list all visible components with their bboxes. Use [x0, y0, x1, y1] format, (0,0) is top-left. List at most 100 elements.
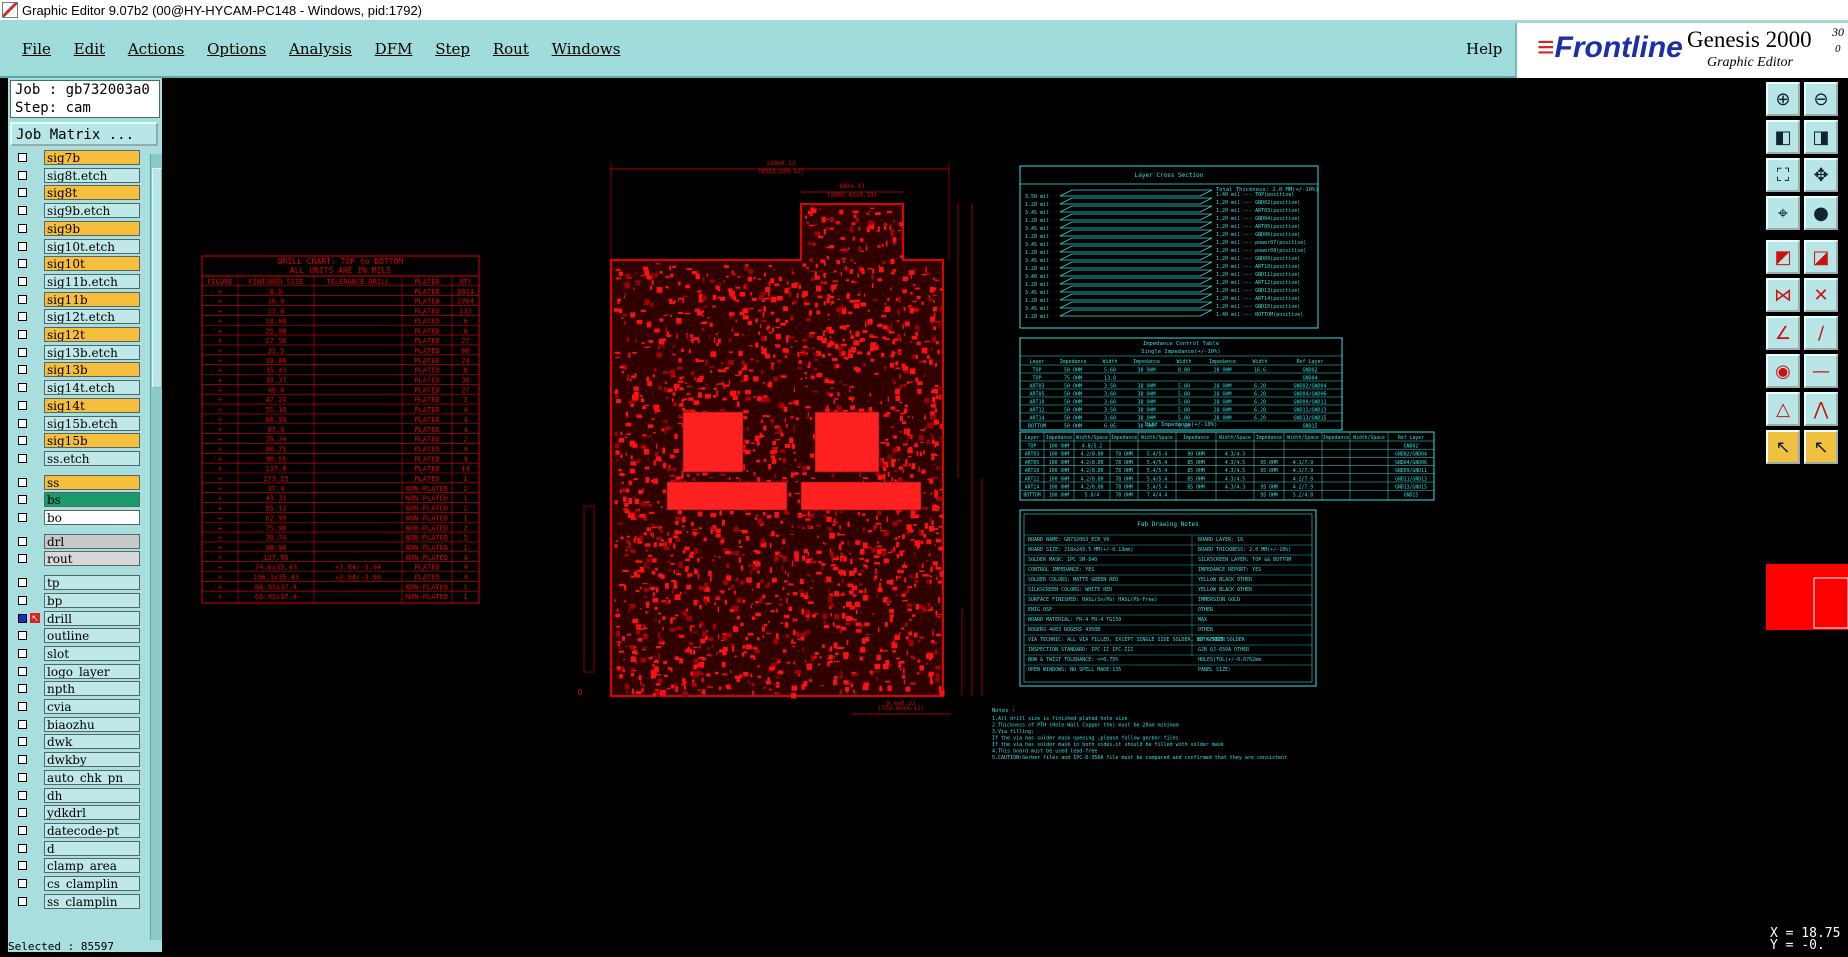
layer-name[interactable]: drill [44, 610, 140, 626]
layer-checkbox[interactable] [18, 666, 27, 676]
menu-analysis[interactable]: Analysis [289, 40, 352, 58]
layer-row-outline[interactable]: outline [12, 628, 140, 645]
layer-name[interactable]: cs_clamplin [44, 876, 140, 891]
layer-checkbox[interactable] [18, 719, 27, 729]
net-button[interactable]: ⋈ [1766, 278, 1800, 312]
layer-name[interactable]: slot [44, 645, 140, 661]
layer-name[interactable]: cvia [44, 699, 140, 714]
menu-actions[interactable]: Actions [128, 40, 184, 58]
layer-checkbox[interactable] [18, 347, 27, 357]
layer-name[interactable]: d [44, 840, 140, 856]
layer-checkbox[interactable] [18, 436, 27, 446]
layer-row-npth[interactable]: npth [12, 681, 140, 698]
layer-checkbox[interactable] [18, 294, 27, 304]
layer-checkbox[interactable] [18, 702, 27, 711]
layer-checkbox[interactable] [18, 613, 27, 623]
layer-row-sig14t-etch[interactable]: sig14t.etch [12, 380, 140, 397]
layer-checkbox[interactable] [18, 578, 27, 588]
layer-name[interactable]: sig7b [44, 150, 140, 165]
layer-name[interactable]: ss_clamplin [44, 893, 140, 909]
mountain-button[interactable]: ⋀ [1804, 392, 1838, 426]
cross-button[interactable]: ✕ [1804, 278, 1838, 312]
layer-checkbox[interactable] [18, 648, 27, 658]
layer-checkbox[interactable] [18, 223, 27, 233]
layer-checkbox[interactable] [18, 477, 27, 487]
layer-name[interactable]: dwk [44, 734, 140, 750]
layer-checkbox[interactable] [18, 536, 27, 546]
layer-name[interactable]: sig13b.etch [44, 344, 140, 360]
layer-row-cvia[interactable]: cvia [12, 699, 140, 716]
layer-name[interactable]: sig12t.etch [44, 309, 140, 325]
layer-row-ss-etch[interactable]: ss.etch [12, 450, 140, 468]
layer-checkbox[interactable] [18, 595, 27, 605]
layer-checkbox[interactable] [18, 188, 27, 198]
edit-shape-button[interactable]: ◪ [1804, 240, 1838, 274]
layer-checkbox[interactable] [18, 684, 27, 694]
layer-row-sig13b[interactable]: sig13b [12, 362, 140, 379]
layer-row-sig7b[interactable]: sig7b [12, 150, 140, 167]
layer-checkbox[interactable] [18, 513, 27, 522]
layer-row-sig11b-etch[interactable]: sig11b.etch [12, 273, 140, 291]
layer-checkbox[interactable] [18, 495, 27, 505]
layer-row-sig10t-etch[interactable]: sig10t.etch [12, 238, 140, 256]
layer-checkbox[interactable] [18, 259, 27, 269]
layer-name[interactable]: auto_chk_pn [44, 769, 140, 785]
layer-row-auto-chk-pn[interactable]: auto_chk_pn [12, 769, 140, 787]
layer-checkbox[interactable] [18, 790, 27, 800]
scrollbar-thumb[interactable] [152, 168, 162, 388]
menu-windows[interactable]: Windows [552, 40, 621, 58]
home-button[interactable]: ✥ [1804, 158, 1838, 192]
layer-row-logo-layer-[interactable]: logo_layer_ [12, 663, 140, 681]
layer-name[interactable]: dwkby [44, 752, 140, 768]
layer-row-sig13b-etch[interactable]: sig13b.etch [12, 344, 140, 362]
layer-name[interactable]: sig13b [44, 362, 140, 378]
job-matrix-button[interactable]: Job Matrix ... [10, 122, 158, 146]
layer-checkbox[interactable] [18, 755, 27, 765]
layer-row-drl[interactable]: drl [12, 533, 140, 551]
layer-name[interactable]: sig10t.etch [44, 238, 140, 254]
layer-checkbox[interactable] [18, 400, 27, 410]
layer-name[interactable]: drl [44, 533, 140, 549]
layer-checkbox[interactable] [18, 241, 27, 251]
layer-row-ss[interactable]: ss [12, 474, 140, 492]
layer-row-d[interactable]: d [12, 840, 140, 858]
fit-button[interactable]: ⛶ [1766, 158, 1800, 192]
layer-row-bp[interactable]: bp [12, 592, 140, 610]
layer-checkbox[interactable] [18, 737, 27, 747]
layer-name[interactable]: sig10t [44, 256, 140, 272]
layer-name[interactable]: sig14t.etch [44, 380, 140, 396]
menu-file[interactable]: File [22, 40, 51, 58]
layer-row-datecode-pt[interactable]: datecode-pt [12, 822, 140, 840]
pad-button[interactable]: ◉ [1766, 354, 1800, 388]
layer-name[interactable]: sig8t.etch [44, 167, 140, 183]
layer-row-sig8t[interactable]: sig8t [12, 185, 140, 202]
layer-name[interactable]: sig11b.etch [44, 273, 140, 289]
pointer-button[interactable]: ↖ [1766, 430, 1800, 464]
layer-checkbox[interactable] [18, 879, 27, 888]
layer-row-sig15b-etch[interactable]: sig15b.etch [12, 415, 140, 433]
layer-name[interactable]: sig11b [44, 291, 140, 307]
layer-checkbox[interactable] [18, 631, 27, 641]
zoom-out-button[interactable]: ⊖ [1804, 82, 1838, 116]
layer-name[interactable]: dh [44, 787, 140, 803]
layer-row-sig15b[interactable]: sig15b [12, 433, 140, 450]
menu-help[interactable]: Help [1466, 40, 1502, 58]
layer-row-ydkdrl[interactable]: ydkdrl [12, 805, 140, 822]
layer-row-dwkby[interactable]: dwkby [12, 752, 140, 769]
layer-row-bo[interactable]: bo [12, 510, 140, 527]
layer-row-sig11b[interactable]: sig11b [12, 291, 140, 309]
menu-step[interactable]: Step [435, 40, 470, 58]
layer-name[interactable]: outline [44, 628, 140, 644]
layer-row-dwk[interactable]: dwk [12, 734, 140, 751]
measure-button[interactable]: ⌖ [1766, 196, 1800, 230]
arc-button[interactable]: ∕ [1804, 316, 1838, 350]
menu-edit[interactable]: Edit [74, 40, 105, 58]
snap-button[interactable]: ● [1804, 196, 1838, 230]
layer-name[interactable]: logo_layer_ [44, 663, 140, 679]
line-button[interactable]: ∠ [1766, 316, 1800, 350]
layer-checkbox[interactable] [18, 772, 27, 782]
layer-row-sig12t[interactable]: sig12t [12, 327, 140, 344]
layer-name[interactable]: sig15b [44, 433, 140, 449]
layer-row-sig9b[interactable]: sig9b [12, 220, 140, 238]
select-button[interactable]: ◩ [1766, 240, 1800, 274]
